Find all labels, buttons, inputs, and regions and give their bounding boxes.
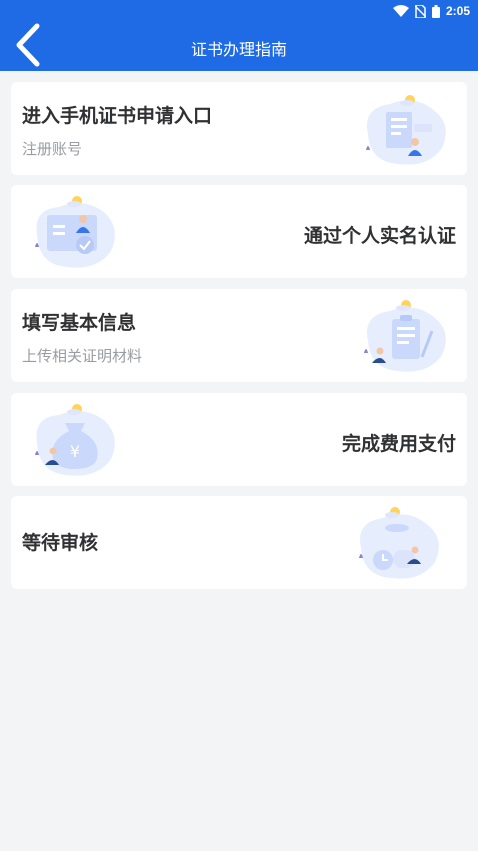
svg-text:¥: ¥ [70,442,80,461]
money-bag-illustration-icon: ¥ [35,404,115,476]
step-title: 完成费用支付 [341,433,456,455]
document-illustration-icon [366,95,446,165]
step-title: 通过个人实名认证 [303,225,456,247]
step-card-identity-verification[interactable]: 通过个人实名认证 [11,185,467,278]
status-bar: 2:05 [392,2,470,20]
step-card-apply-entry[interactable]: 进入手机证书申请入口 注册账号 [11,82,467,175]
step-title: 等待审核 [22,532,99,554]
app-header: 2:05 证书办理指南 [0,0,478,71]
step-title: 填写基本信息 [22,312,137,334]
id-check-illustration-icon [35,196,115,268]
step-subtitle: 上传相关证明材料 [22,347,143,365]
no-sim-icon [414,4,426,18]
wifi-icon [392,5,409,17]
battery-icon [431,4,440,18]
clock-illustration-icon [359,507,439,579]
step-card-fill-info[interactable]: 填写基本信息 上传相关证明材料 [11,289,467,382]
status-time: 2:05 [445,4,470,18]
step-card-await-review[interactable]: 等待审核 [11,496,467,589]
step-title: 进入手机证书申请入口 [22,105,213,127]
step-subtitle: 注册账号 [22,140,83,158]
page-title: 证书办理指南 [190,40,287,59]
clipboard-illustration-icon [364,300,446,372]
step-card-payment[interactable]: ¥ 完成费用支付 [11,393,467,486]
